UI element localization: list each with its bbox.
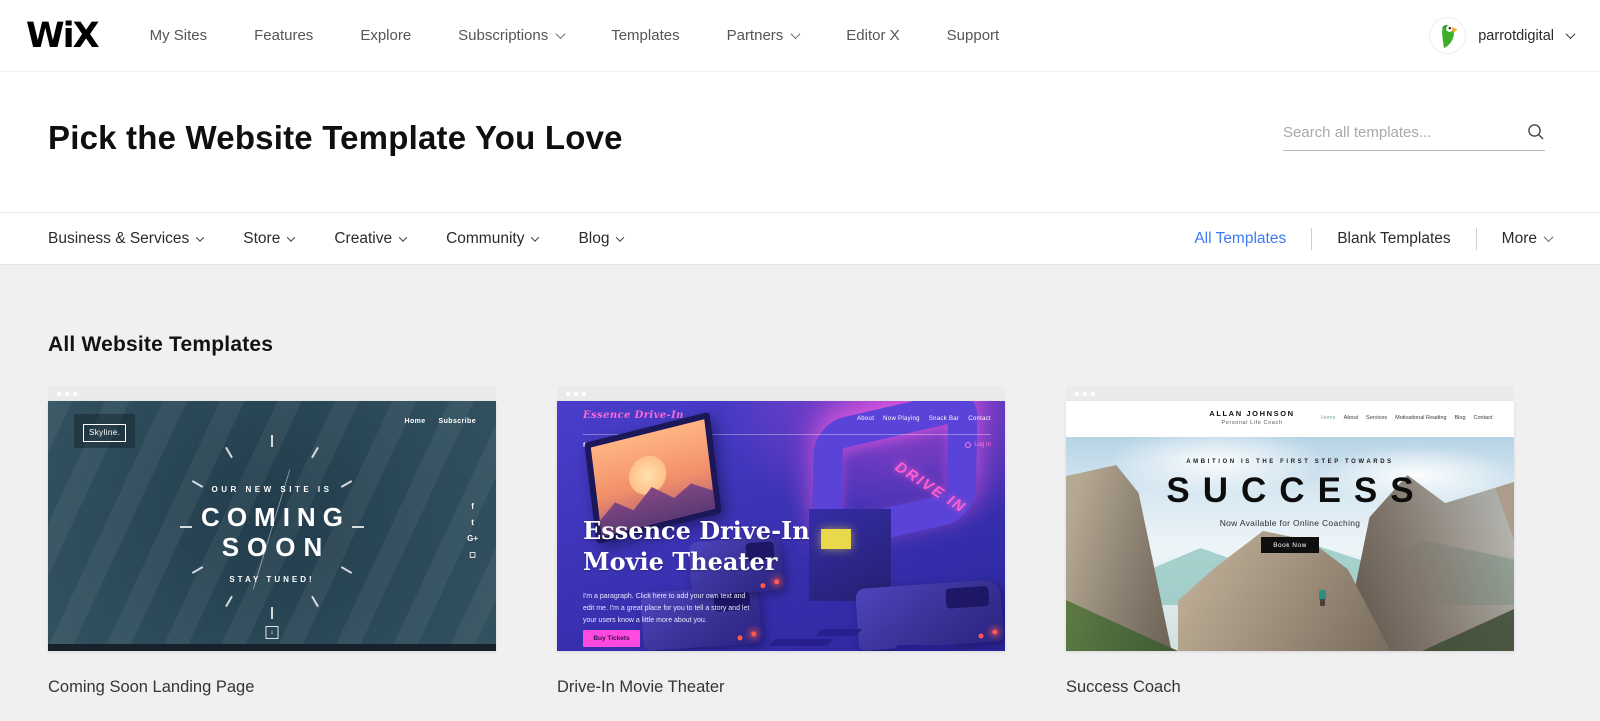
parrot-icon bbox=[1430, 18, 1466, 53]
instagram-icon: ◻ bbox=[469, 550, 476, 559]
browser-chrome-bar bbox=[1066, 386, 1514, 401]
preview-site-nav: Home About Services Motivational Reading… bbox=[1321, 415, 1493, 421]
template-title[interactable]: Drive-In Movie Theater bbox=[557, 678, 1005, 697]
avatar bbox=[1430, 18, 1466, 53]
nav-partners[interactable]: Partners bbox=[727, 27, 801, 44]
van-graphic bbox=[855, 579, 1004, 651]
search-input[interactable] bbox=[1283, 123, 1527, 141]
scroll-down-icon: ↓ bbox=[265, 626, 279, 639]
template-preview-drive-in[interactable]: DRIVE IN Essence Drive-In About Now Play… bbox=[557, 401, 1005, 651]
wix-templates-page: WiX My Sites Features Explore Subscripti… bbox=[0, 0, 1600, 721]
chevron-down-icon bbox=[531, 232, 540, 242]
window-dot-icon bbox=[65, 391, 69, 396]
search-icon[interactable] bbox=[1527, 123, 1545, 141]
section-title: All Website Templates bbox=[48, 333, 274, 356]
nav-features[interactable]: Features bbox=[254, 27, 313, 44]
main-menu: My Sites Features Explore Subscriptions … bbox=[150, 27, 1000, 44]
user-icon bbox=[965, 442, 972, 448]
link-blank-templates[interactable]: Blank Templates bbox=[1337, 230, 1450, 248]
category-store[interactable]: Store bbox=[243, 230, 296, 248]
chevron-down-icon bbox=[398, 232, 408, 242]
preview-site-logo: Skyline. bbox=[74, 414, 136, 448]
category-business-services[interactable]: Business & Services bbox=[48, 230, 205, 248]
page-title: Pick the Website Template You Love bbox=[48, 119, 623, 156]
nav-templates[interactable]: Templates bbox=[611, 27, 679, 44]
template-preview-success-coach[interactable]: ALLAN JOHNSON Personal Life Coach Home A… bbox=[1066, 401, 1514, 651]
template-card-drive-in[interactable]: DRIVE IN Essence Drive-In About Now Play… bbox=[557, 386, 1005, 697]
search-box bbox=[1283, 123, 1545, 151]
template-preview-coming-soon[interactable]: Skyline. Home Subscribe OUR NEW SITE IS … bbox=[48, 401, 496, 651]
template-card-success-coach[interactable]: ALLAN JOHNSON Personal Life Coach Home A… bbox=[1066, 386, 1514, 697]
browser-chrome-bar bbox=[48, 386, 496, 401]
nav-explore[interactable]: Explore bbox=[360, 27, 411, 44]
template-title[interactable]: Coming Soon Landing Page bbox=[48, 678, 496, 697]
twitter-icon: t bbox=[471, 518, 474, 527]
template-title[interactable]: Success Coach bbox=[1066, 678, 1514, 697]
climber-graphic bbox=[1319, 590, 1326, 606]
preview-heading: Essence Drive-In Movie Theater bbox=[583, 516, 810, 577]
booth-window bbox=[821, 529, 851, 549]
social-icons: f t G+ ◻ bbox=[467, 502, 478, 559]
category-creative[interactable]: Creative bbox=[334, 230, 408, 248]
preview-copy: OUR NEW SITE IS COMING SOON STAY TUNED! bbox=[201, 485, 350, 585]
chevron-down-icon bbox=[1565, 29, 1576, 40]
window-dot-icon bbox=[73, 391, 77, 396]
link-all-templates[interactable]: All Templates bbox=[1194, 230, 1286, 248]
template-grid: Skyline. Home Subscribe OUR NEW SITE IS … bbox=[48, 386, 1552, 697]
preview-site-logo: Essence Drive-In bbox=[583, 410, 684, 421]
window-dot-icon bbox=[566, 391, 570, 396]
preview-footer-strip bbox=[48, 644, 496, 651]
preview-site-nav: About Now Playing Snack Bar Contact bbox=[856, 416, 991, 422]
chevron-down-icon bbox=[790, 29, 801, 40]
template-card-coming-soon[interactable]: Skyline. Home Subscribe OUR NEW SITE IS … bbox=[48, 386, 496, 697]
nav-editor-x[interactable]: Editor X bbox=[846, 27, 899, 44]
book-now-button: Book Now bbox=[1261, 537, 1319, 553]
account-name: parrotdigital bbox=[1478, 27, 1554, 44]
preview-paragraph: I'm a paragraph. Click here to add your … bbox=[583, 593, 750, 624]
road-stripe bbox=[768, 639, 834, 646]
preview-site-logo: ALLAN JOHNSON Personal Life Coach bbox=[1209, 409, 1295, 426]
login-link: Log In bbox=[965, 442, 991, 448]
googleplus-icon: G+ bbox=[467, 534, 478, 543]
divider bbox=[1311, 227, 1313, 250]
nav-my-sites[interactable]: My Sites bbox=[150, 27, 208, 44]
nav-subscriptions[interactable]: Subscriptions bbox=[458, 27, 566, 44]
category-bar: Business & Services Store Creative Commu… bbox=[0, 212, 1600, 265]
category-filters: Business & Services Store Creative Commu… bbox=[48, 230, 625, 248]
template-view-links: All Templates Blank Templates More bbox=[1194, 227, 1554, 250]
chevron-down-icon bbox=[196, 232, 205, 242]
window-dot-icon bbox=[1083, 391, 1087, 396]
chevron-down-icon bbox=[287, 232, 296, 242]
preview-copy: AMBITION IS THE FIRST STEP TOWARDS SUCCE… bbox=[1066, 459, 1514, 553]
window-dot-icon bbox=[57, 391, 61, 396]
wix-logo[interactable]: WiX bbox=[26, 16, 100, 56]
category-blog[interactable]: Blog bbox=[578, 230, 625, 248]
chevron-down-icon bbox=[1543, 232, 1554, 243]
browser-chrome-bar bbox=[557, 386, 1005, 401]
facebook-icon: f bbox=[471, 502, 474, 511]
window-dot-icon bbox=[1091, 391, 1095, 396]
preview-site-nav: Home Subscribe bbox=[404, 418, 476, 425]
account-menu[interactable]: parrotdigital bbox=[1430, 18, 1576, 53]
window-dot-icon bbox=[582, 391, 586, 396]
chevron-down-icon bbox=[616, 232, 625, 242]
sun-graphic bbox=[626, 451, 669, 499]
chevron-down-icon bbox=[555, 29, 566, 40]
preview-hero-image: AMBITION IS THE FIRST STEP TOWARDS SUCCE… bbox=[1066, 437, 1514, 651]
road-stripe bbox=[815, 629, 863, 636]
divider bbox=[1475, 227, 1477, 250]
templates-section: All Website Templates Skyline. Home Subs… bbox=[0, 333, 1600, 697]
buy-tickets-button: Buy Tickets bbox=[583, 630, 640, 647]
top-navbar: WiX My Sites Features Explore Subscripti… bbox=[0, 0, 1600, 72]
window-dot-icon bbox=[574, 391, 578, 396]
road-stripe bbox=[891, 645, 957, 651]
category-community[interactable]: Community bbox=[446, 230, 540, 248]
window-dot-icon bbox=[1075, 391, 1079, 396]
link-more[interactable]: More bbox=[1502, 230, 1554, 248]
preview-site-header: ALLAN JOHNSON Personal Life Coach Home A… bbox=[1066, 401, 1514, 437]
hero-section: Pick the Website Template You Love bbox=[0, 72, 1600, 212]
nav-support[interactable]: Support bbox=[947, 27, 1000, 44]
